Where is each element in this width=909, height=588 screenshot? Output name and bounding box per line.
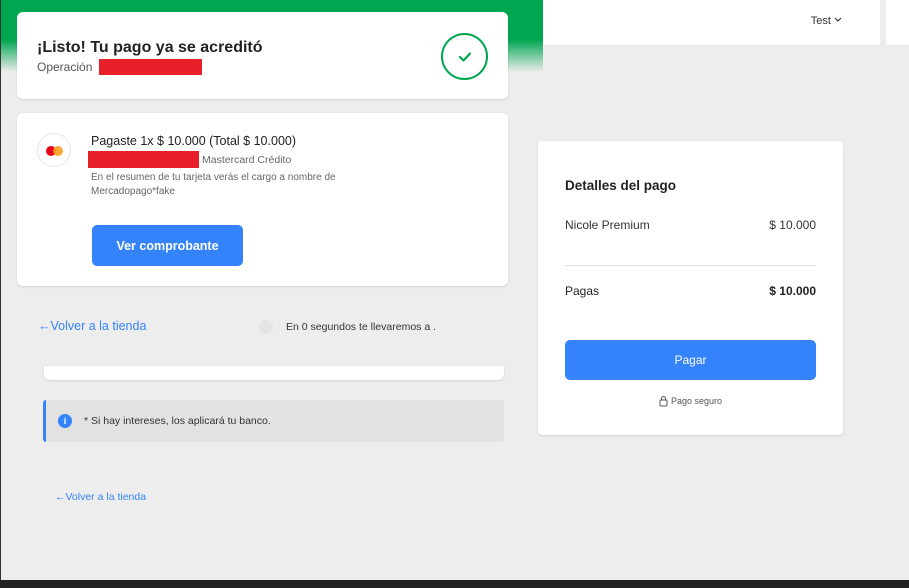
interest-info-banner: i * Si hay intereses, los aplicará tu ba…	[43, 400, 504, 442]
window-bottom-edge	[0, 580, 909, 588]
secure-payment-text: Pago seguro	[670, 396, 723, 406]
redacted-operation-number	[99, 59, 202, 75]
summary-title: Detalles del pago	[565, 178, 677, 193]
success-title: ¡Listo! Tu pago ya se acreditó	[37, 39, 263, 56]
back-to-store-link-top[interactable]: ←Volver a la tienda	[38, 319, 146, 333]
user-menu[interactable]: Test	[811, 15, 842, 27]
pay-button[interactable]: Pagar	[565, 340, 816, 380]
user-name: Test	[810, 15, 831, 27]
paid-amount-line: Pagaste 1x $ 10.000 (Total $ 10.000)	[91, 134, 297, 148]
payment-summary-card: Detalles del pago Nicole Premium $ 10.00…	[538, 141, 843, 435]
statement-note: En el resumen de tu tarjeta verás el car…	[91, 172, 336, 197]
total-price: $ 10.000	[769, 284, 816, 298]
back-to-store-link-bottom[interactable]: ←Volver a la tienda	[55, 491, 146, 503]
total-label: Pagas	[565, 284, 600, 298]
item-label: Nicole Premium	[565, 218, 650, 232]
redirect-countdown-text: En 0 segundos te llevaremos a .	[286, 321, 437, 333]
summary-divider	[565, 265, 816, 266]
chevron-down-icon	[834, 17, 842, 22]
mastercard-icon	[37, 133, 71, 167]
card-bottom-strip	[44, 366, 504, 380]
window-edge	[0, 0, 1, 588]
interest-info-text: * Si hay intereses, los aplicará tu banc…	[84, 415, 271, 427]
page-root: Test ¡Listo! Tu pago ya se acreditó Oper…	[0, 0, 909, 588]
operation-label: Operación	[37, 60, 93, 74]
view-receipt-button[interactable]: Ver comprobante	[92, 225, 243, 266]
card-type: Mastercard Crédito	[202, 154, 292, 166]
redacted-card-number	[88, 151, 199, 168]
countdown-spinner	[259, 320, 273, 334]
item-price: $ 10.000	[769, 218, 816, 232]
top-bar: Test	[543, 0, 909, 48]
info-icon: i	[58, 414, 72, 428]
payment-card: Pagaste 1x $ 10.000 (Total $ 10.000) Mas…	[17, 113, 508, 286]
secure-payment-label: Pago seguro	[538, 395, 843, 407]
lock-icon	[659, 396, 668, 407]
check-circle-icon	[441, 33, 488, 80]
success-card: ¡Listo! Tu pago ya se acreditó Operación	[17, 12, 508, 99]
